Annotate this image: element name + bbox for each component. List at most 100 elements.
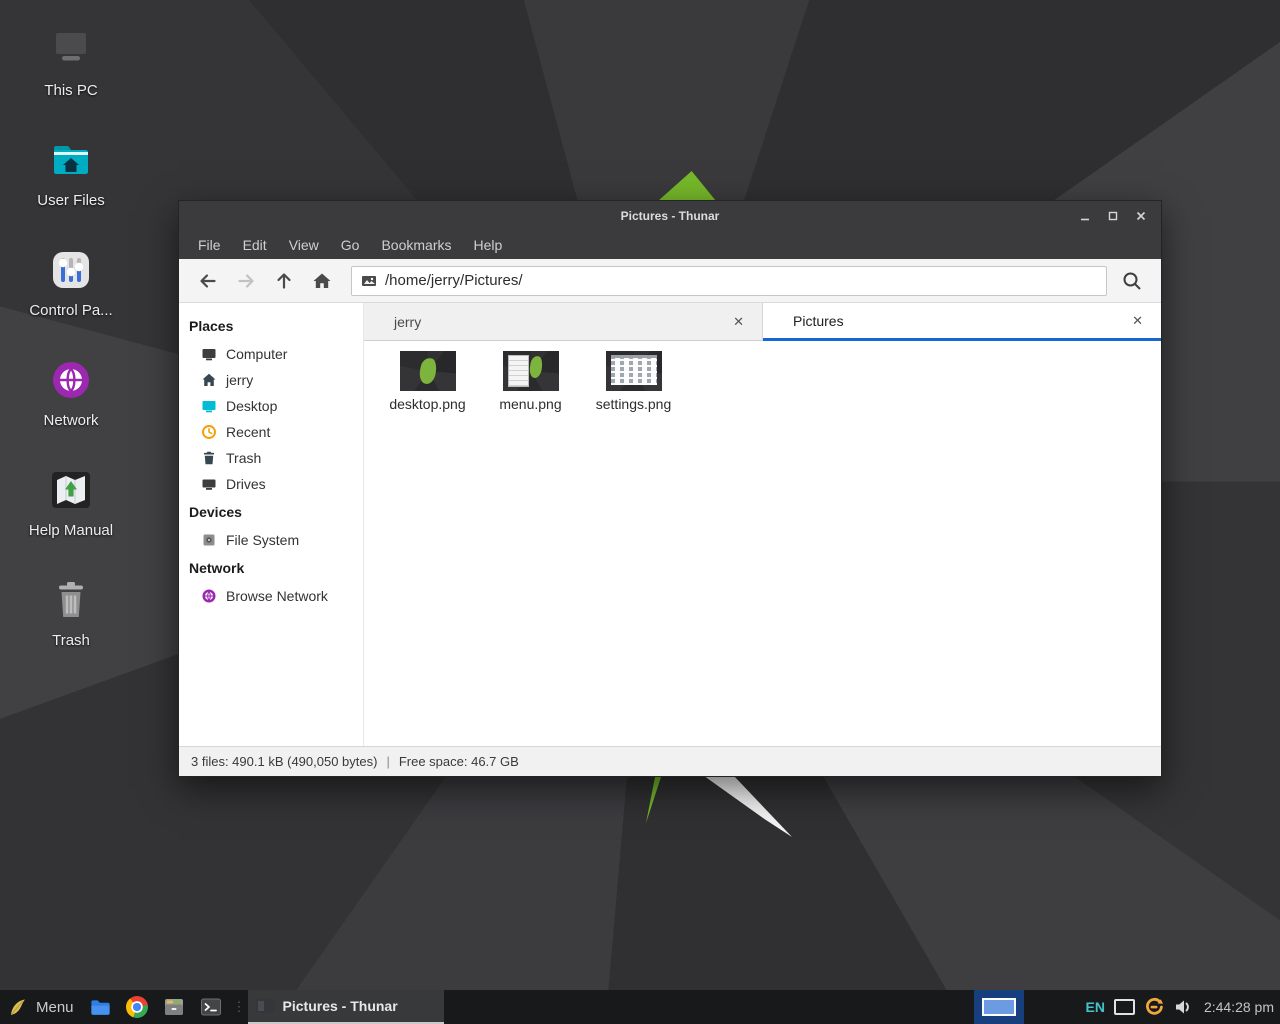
start-menu-button[interactable]: Menu [0, 990, 82, 1024]
menu-bookmarks[interactable]: Bookmarks [370, 237, 462, 253]
file-view[interactable]: desktop.png menu.png settings.png [364, 341, 1161, 746]
desktop-icon-column: This PC User Files Control Pa... Network… [6, 26, 136, 686]
window-thumbnail-icon [256, 997, 274, 1015]
menu-edit[interactable]: Edit [232, 237, 278, 253]
taskbar: Menu ⋮ Pictures - Thunar EN [0, 990, 1280, 1024]
network-globe-icon [47, 356, 95, 404]
tab-bar: jerry ✕ Pictures ✕ [364, 303, 1161, 341]
menu-view[interactable]: View [278, 237, 330, 253]
desktop-icon-this-pc[interactable]: This PC [6, 26, 136, 100]
help-manual-icon [47, 466, 95, 514]
status-free-space: Free space: 46.7 GB [399, 754, 519, 769]
sidebar-item-computer[interactable]: Computer [179, 341, 363, 367]
desktop-icon-control-panel[interactable]: Control Pa... [6, 246, 136, 320]
path-bar[interactable]: /home/jerry/Pictures/ [351, 266, 1107, 296]
trash-icon [47, 576, 95, 624]
sidebar-item-file-system[interactable]: File System [179, 527, 363, 553]
search-button[interactable] [1113, 265, 1151, 297]
active-workspace[interactable] [982, 998, 1016, 1016]
keyboard-layout-indicator[interactable]: EN [1080, 999, 1109, 1015]
file-cabinet-icon [162, 995, 186, 1019]
taskbar-window-label: Pictures - Thunar [283, 998, 398, 1014]
desktop-icon-label: Network [43, 412, 98, 430]
main-pane: jerry ✕ Pictures ✕ desktop.png [364, 303, 1161, 746]
desktop-icon-label: User Files [37, 192, 105, 210]
clock-icon [201, 424, 217, 440]
sidebar-item-label: Drives [226, 476, 266, 492]
menu-file[interactable]: File [187, 237, 232, 253]
desktop-icon-help-manual[interactable]: Help Manual [6, 466, 136, 540]
update-manager-icon[interactable] [1139, 996, 1169, 1018]
desktop-icon-label: Control Pa... [29, 302, 112, 320]
window-titlebar[interactable]: Pictures - Thunar [179, 201, 1161, 231]
sidebar-item-label: Computer [226, 346, 287, 362]
chrome-icon [126, 996, 148, 1018]
trash-icon [201, 450, 217, 466]
wallpaper-logo-feather-fragment [700, 777, 792, 837]
sidebar-item-label: Desktop [226, 398, 277, 414]
desktop-icon-label: Help Manual [29, 522, 113, 540]
taskbar-right: EN 2:44:28 pm [974, 990, 1280, 1024]
file-manager-launcher[interactable] [82, 990, 119, 1024]
file-name: menu.png [499, 396, 561, 412]
software-cabinet-launcher[interactable] [155, 990, 193, 1024]
close-button[interactable] [1131, 206, 1151, 226]
status-separator: | [386, 754, 389, 769]
terminal-icon [200, 996, 222, 1018]
sidebar-item-label: jerry [226, 372, 253, 388]
display-tray-icon[interactable] [1110, 999, 1139, 1015]
desktop-icon-label: Trash [52, 632, 90, 650]
clock[interactable]: 2:44:28 pm [1197, 999, 1274, 1015]
home-folder-icon [47, 136, 95, 184]
sidebar-item-browse-network[interactable]: Browse Network [179, 583, 363, 609]
tab-label: Pictures [763, 313, 844, 329]
panel-separator: ⋮ [229, 999, 248, 1015]
volume-icon[interactable] [1169, 997, 1197, 1017]
tab-pictures[interactable]: Pictures ✕ [763, 303, 1161, 341]
desktop-icon-label: This PC [44, 82, 97, 100]
menu-go[interactable]: Go [330, 237, 371, 253]
sidebar-section-places: Places [179, 311, 363, 341]
file-item-settings-png[interactable]: settings.png [582, 351, 685, 412]
chrome-launcher[interactable] [119, 990, 155, 1024]
file-name: settings.png [596, 396, 672, 412]
sidebar-item-label: Browse Network [226, 588, 328, 604]
maximize-button[interactable] [1103, 206, 1123, 226]
up-button[interactable] [265, 265, 303, 297]
status-files-text: 3 files: 490.1 kB (490,050 bytes) [191, 754, 377, 769]
computer-icon [201, 346, 217, 362]
sidebar-item-drives[interactable]: Drives [179, 471, 363, 497]
sidebar-item-trash[interactable]: Trash [179, 445, 363, 471]
sidebar-item-label: File System [226, 532, 299, 548]
minimize-button[interactable] [1075, 206, 1095, 226]
workspace-switcher[interactable] [974, 990, 1024, 1024]
image-file-icon [361, 273, 377, 289]
sidebar-item-recent[interactable]: Recent [179, 419, 363, 445]
tab-close-icon[interactable]: ✕ [1132, 313, 1161, 329]
desktop-icon-user-files[interactable]: User Files [6, 136, 136, 210]
tab-close-icon[interactable]: ✕ [733, 314, 762, 330]
file-name: desktop.png [389, 396, 465, 412]
taskbar-window-button[interactable]: Pictures - Thunar [248, 990, 444, 1024]
desktop-monitor-icon [201, 398, 217, 414]
desktop-icon-trash[interactable]: Trash [6, 576, 136, 650]
tab-jerry[interactable]: jerry ✕ [364, 303, 763, 341]
terminal-launcher[interactable] [193, 990, 229, 1024]
sidebar-item-desktop[interactable]: Desktop [179, 393, 363, 419]
file-thumbnail [606, 351, 662, 391]
file-item-menu-png[interactable]: menu.png [479, 351, 582, 412]
forward-button[interactable] [227, 265, 265, 297]
file-item-desktop-png[interactable]: desktop.png [376, 351, 479, 412]
home-button[interactable] [303, 265, 341, 297]
computer-icon [47, 26, 95, 74]
desktop-icon-network[interactable]: Network [6, 356, 136, 430]
back-button[interactable] [189, 265, 227, 297]
sidebar: Places Computer jerry Desktop Recent [179, 303, 364, 746]
window-content: Places Computer jerry Desktop Recent [179, 303, 1161, 746]
control-panel-icon [47, 246, 95, 294]
menu-help[interactable]: Help [463, 237, 514, 253]
sidebar-section-network: Network [179, 553, 363, 583]
file-thumbnail [503, 351, 559, 391]
menubar: File Edit View Go Bookmarks Help [179, 231, 1161, 259]
sidebar-item-home[interactable]: jerry [179, 367, 363, 393]
